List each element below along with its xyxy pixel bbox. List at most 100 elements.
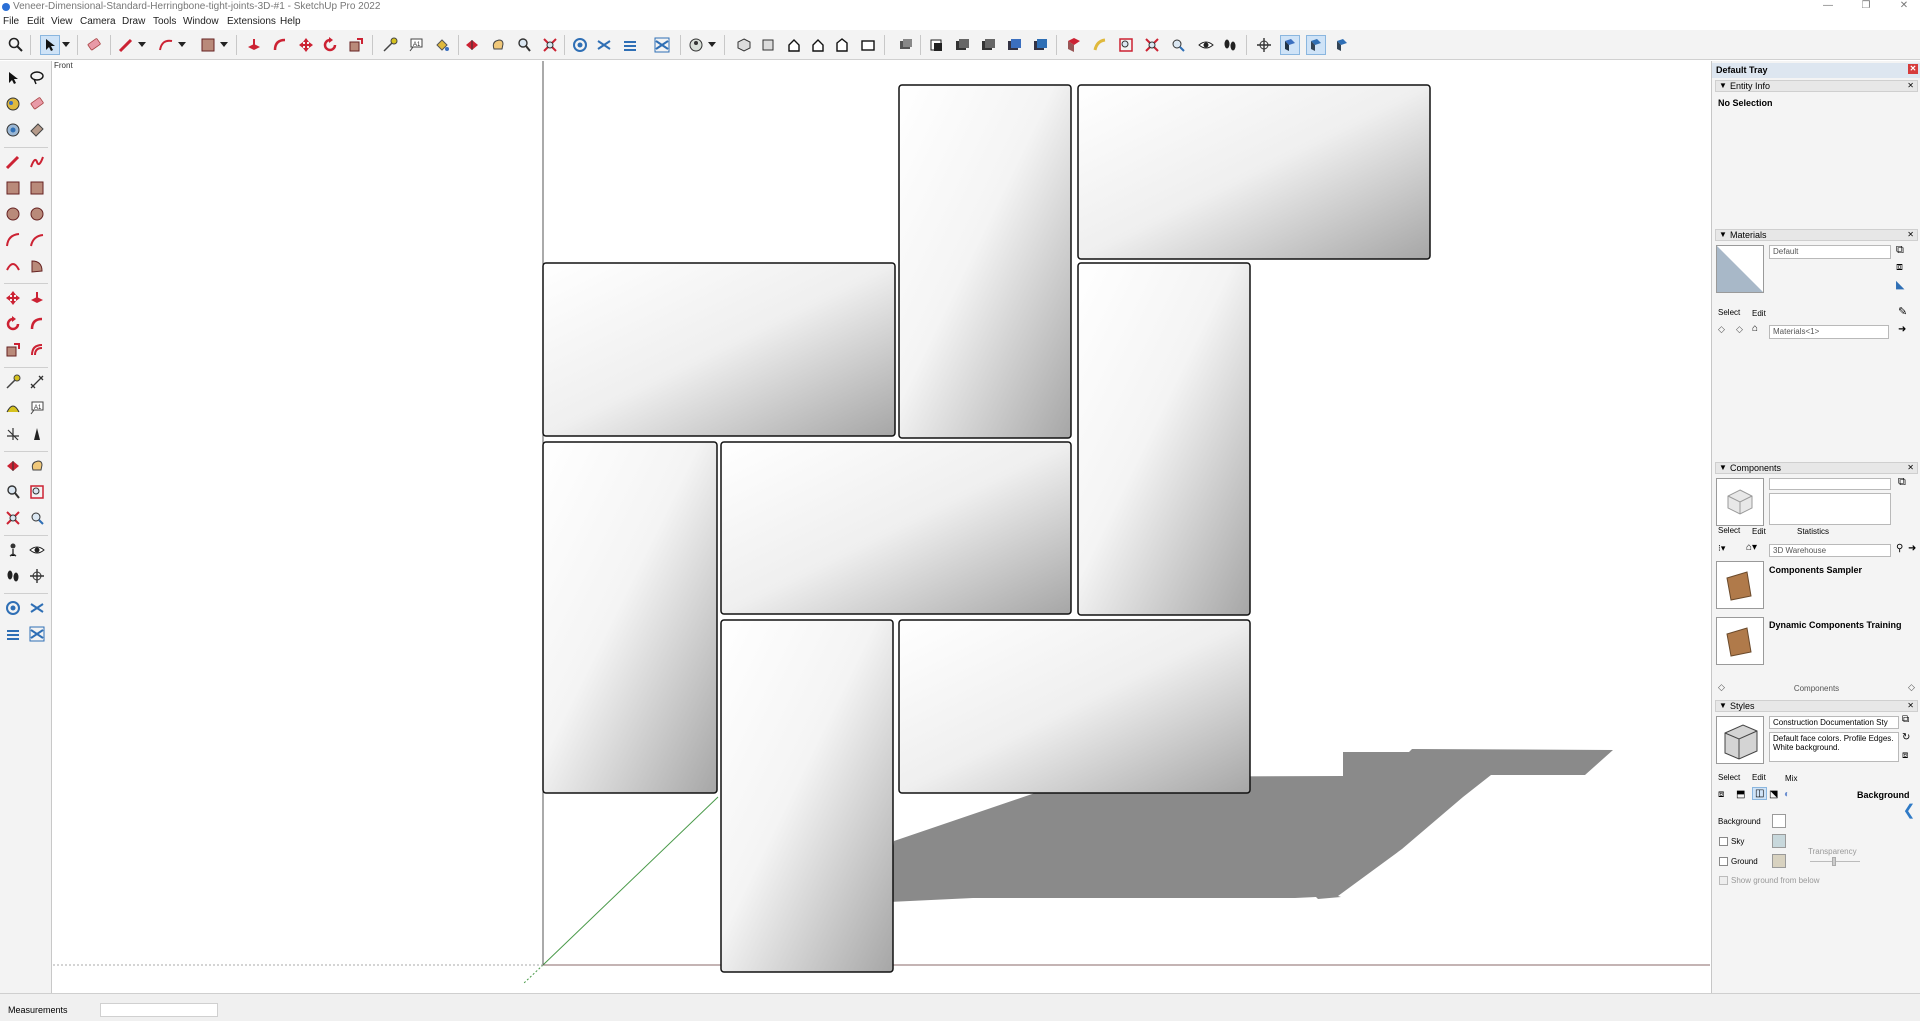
wireframe-icon[interactable]	[952, 35, 972, 55]
watermark-settings-icon[interactable]: ⬔	[1769, 789, 1778, 800]
eraser-icon[interactable]	[84, 35, 104, 55]
shaded-icon[interactable]	[1004, 35, 1024, 55]
axes-move-icon[interactable]	[26, 565, 48, 587]
show-ground-checkbox[interactable]	[1719, 876, 1728, 885]
position-camera-icon[interactable]	[1064, 35, 1084, 55]
create-material-icon[interactable]: ⧉	[1896, 244, 1904, 257]
edge-settings-icon[interactable]: ⧈	[1718, 789, 1724, 800]
iso-view-icon[interactable]	[734, 35, 754, 55]
pie-icon[interactable]	[26, 255, 48, 277]
zoom-icon[interactable]	[514, 35, 534, 55]
style-name-field[interactable]: Construction Documentation Sty	[1769, 716, 1899, 729]
axes-icon[interactable]	[2, 423, 24, 445]
components-tab-select[interactable]: Select	[1718, 526, 1740, 535]
freehand-icon[interactable]	[26, 151, 48, 173]
material-swatch[interactable]	[1716, 245, 1764, 293]
arc-tool-icon[interactable]	[156, 35, 176, 55]
zoom-icon[interactable]	[2, 481, 24, 503]
menu-extensions[interactable]: Extensions	[227, 16, 276, 27]
component-item[interactable]: Dynamic Components Training	[1769, 620, 1902, 630]
sky-checkbox[interactable]	[1719, 837, 1728, 846]
tape-measure-icon[interactable]	[2, 371, 24, 393]
line-icon[interactable]	[2, 151, 24, 173]
section-plane-icon[interactable]	[570, 35, 590, 55]
entity-info-header[interactable]: ▼ Entity Info ✕	[1715, 80, 1918, 92]
position-camera-icon[interactable]	[2, 539, 24, 561]
follow-me-icon[interactable]	[26, 313, 48, 335]
zoom-extents-icon[interactable]	[2, 507, 24, 529]
display-section-icon[interactable]	[26, 623, 48, 645]
zoom-extents-icon[interactable]	[540, 35, 560, 55]
measurements-input[interactable]	[100, 1003, 218, 1017]
materials-tab-edit[interactable]: Edit	[1752, 309, 1766, 318]
lasso-icon[interactable]	[26, 67, 48, 89]
chevron-down-icon[interactable]	[60, 35, 72, 55]
make-component-icon[interactable]	[2, 93, 24, 115]
previous-view-icon[interactable]	[1168, 35, 1188, 55]
details-arrow-icon[interactable]: ➜	[1898, 324, 1906, 335]
select-icon[interactable]	[2, 67, 24, 89]
section-fill-icon[interactable]	[620, 35, 640, 55]
display-section-icon[interactable]	[652, 35, 672, 55]
walk-through-icon[interactable]	[686, 35, 706, 55]
scale-icon[interactable]	[2, 339, 24, 361]
home-icon[interactable]: ⌂▾	[1746, 542, 1757, 553]
hidden-line-icon[interactable]	[978, 35, 998, 55]
look-around-icon[interactable]	[26, 539, 48, 561]
minimize-button[interactable]: —	[1813, 0, 1843, 11]
components-expand-icon[interactable]: ◇	[1908, 682, 1915, 693]
line-tool-icon[interactable]	[116, 35, 136, 55]
eraser-icon[interactable]	[26, 93, 48, 115]
zoom-extents-view-icon[interactable]	[1142, 35, 1162, 55]
move-icon[interactable]	[296, 35, 316, 55]
tray-close-icon[interactable]: ✕	[1908, 64, 1918, 74]
materials-library-dropdown[interactable]: Materials<1>	[1769, 325, 1889, 339]
left-view-icon[interactable]	[858, 35, 878, 55]
background-color-swatch[interactable]	[1772, 814, 1786, 828]
section-cuts-icon[interactable]	[26, 597, 48, 619]
scale-icon[interactable]	[346, 35, 366, 55]
dimension-icon[interactable]	[26, 371, 48, 393]
style-description-field[interactable]: Default face colors. Profile Edges. Whit…	[1769, 732, 1899, 762]
eyedropper-icon[interactable]: ✎	[1898, 305, 1907, 318]
styles-header[interactable]: ▼ Styles ✕	[1715, 700, 1918, 712]
rotated-rectangle-icon[interactable]	[26, 177, 48, 199]
fill-icon[interactable]: ◣	[1896, 278, 1904, 291]
model-viewport[interactable]: Front	[53, 61, 1710, 993]
polygon-icon[interactable]	[26, 203, 48, 225]
two-point-arc-icon[interactable]	[26, 229, 48, 251]
modeling-settings-icon[interactable]: ◐	[1784, 789, 1790, 800]
back-view-icon[interactable]	[832, 35, 852, 55]
update-style-icon[interactable]: ↻	[1902, 732, 1910, 743]
top-view-icon[interactable]	[758, 35, 778, 55]
pan-icon[interactable]	[26, 455, 48, 477]
rectangle-icon[interactable]	[2, 177, 24, 199]
menu-camera[interactable]: Camera	[80, 16, 116, 27]
edge-style-icon[interactable]	[1332, 35, 1352, 55]
materials-tab-select[interactable]: Select	[1718, 308, 1740, 317]
footprints-icon[interactable]	[1220, 35, 1240, 55]
protractor-icon[interactable]	[2, 397, 24, 419]
sky-color-swatch[interactable]	[1772, 834, 1786, 848]
rectangle-tool-icon[interactable]	[198, 35, 218, 55]
styles-tab-select[interactable]: Select	[1718, 773, 1740, 782]
back-edges-icon[interactable]	[926, 35, 946, 55]
axes-icon[interactable]	[1254, 35, 1274, 55]
paint-bucket-icon[interactable]	[432, 35, 452, 55]
pan-icon[interactable]	[488, 35, 508, 55]
walk-icon[interactable]	[2, 565, 24, 587]
rotate-icon[interactable]	[320, 35, 340, 55]
chevron-down-icon[interactable]	[176, 35, 188, 55]
menu-draw[interactable]: Draw	[122, 16, 145, 27]
home-icon[interactable]: ⌂	[1752, 323, 1758, 334]
move-icon[interactable]	[2, 287, 24, 309]
ground-checkbox[interactable]	[1719, 857, 1728, 866]
search-icon[interactable]: ⚲	[1896, 543, 1903, 554]
select-tool-icon[interactable]	[40, 35, 60, 55]
style-thumbnail[interactable]	[1716, 716, 1764, 764]
zoom-window-icon[interactable]	[26, 481, 48, 503]
right-view-icon[interactable]	[808, 35, 828, 55]
herringbone-veneer-model[interactable]	[53, 61, 1710, 993]
text-icon[interactable]: A1	[26, 397, 48, 419]
menu-view[interactable]: View	[51, 16, 73, 27]
